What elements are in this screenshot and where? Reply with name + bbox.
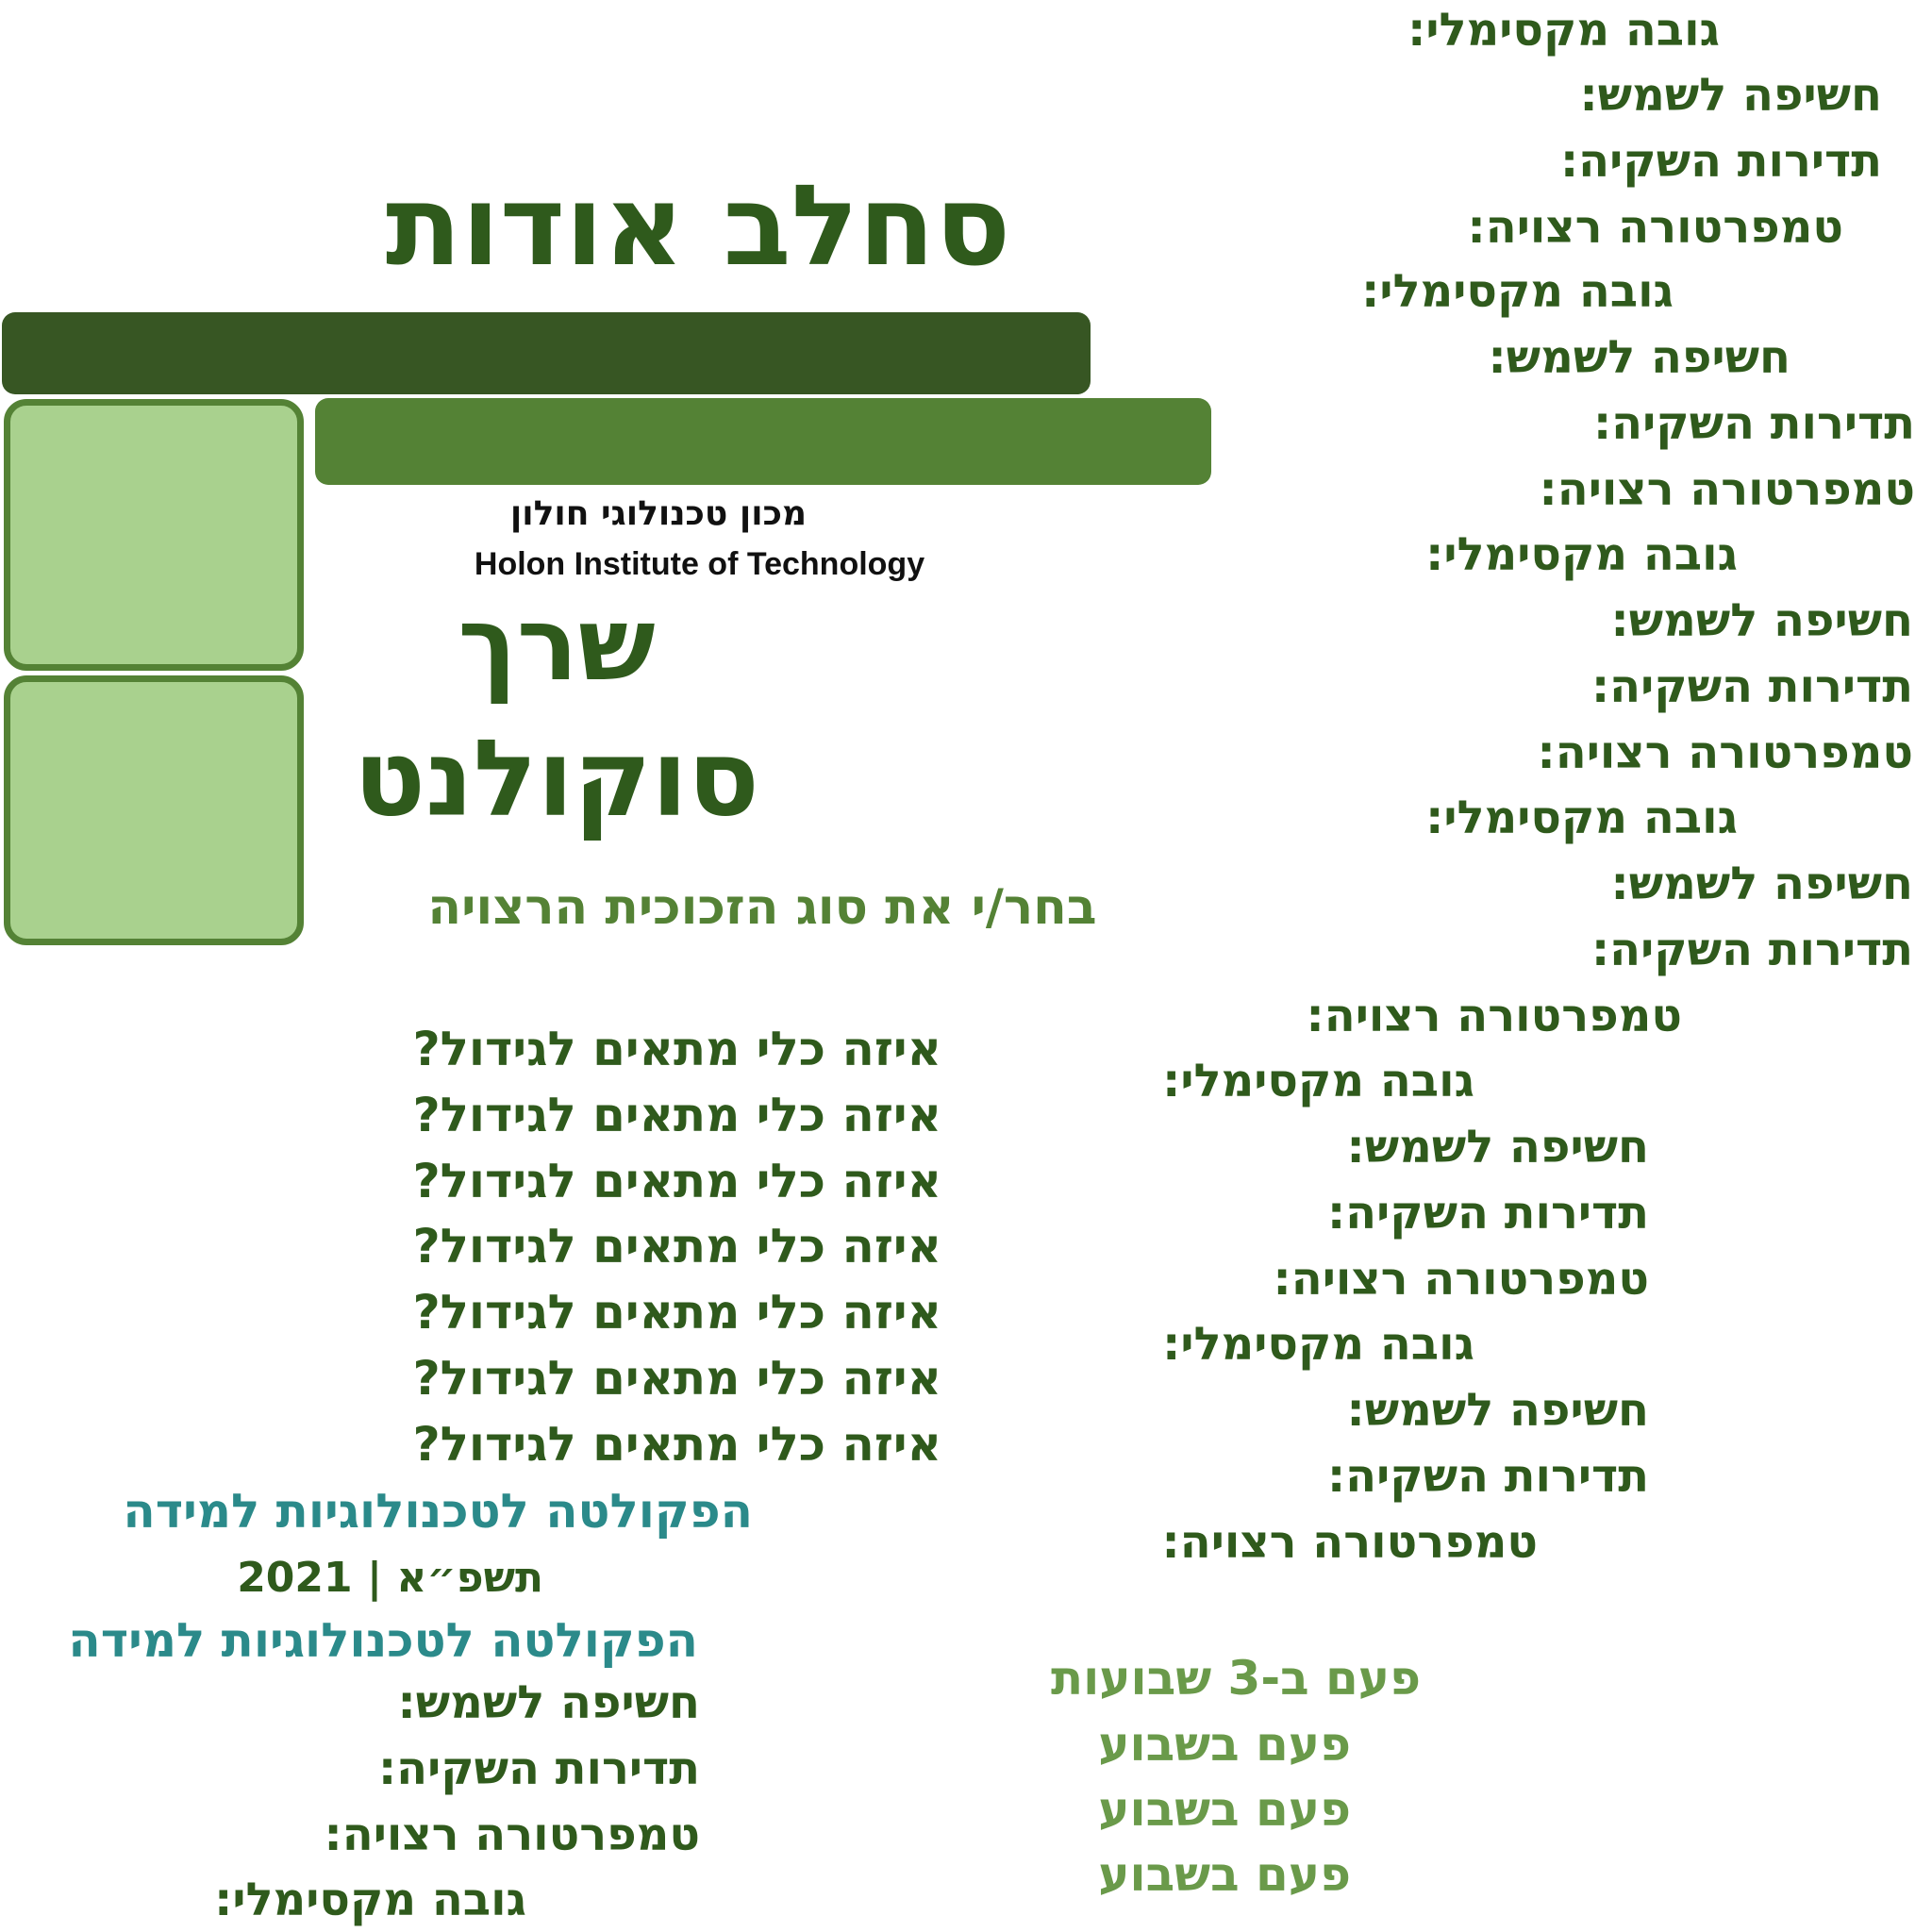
faculty-name: הפקולטה לטכנולוגיות למידה [123,1484,753,1539]
max-height-label: גובה מקסימלי: [1425,528,1738,581]
max-height-label: גובה מקסימלי: [1407,4,1720,57]
max-height-label: גובה מקסימלי: [1162,1318,1474,1371]
watering-label: תדירות השקיה: [377,1742,700,1795]
watering-label: תדירות השקיה: [1591,924,1913,976]
sun-label: חשיפה לשמש: [1610,858,1913,910]
sun-label: חשיפה לשמש: [1610,594,1913,647]
watering-label: תדירות השקיה: [1591,660,1913,713]
sun-label: חשיפה לשמש: [1579,69,1882,122]
institute-name-hebrew: מכון טכנולוגי חולון [509,494,808,533]
frequency-option-weekly[interactable]: פעם בשבוע [1098,1786,1351,1833]
max-height-label: גובה מקסימלי: [1361,265,1674,318]
sun-label: חשיפה לשמש: [397,1676,700,1729]
max-height-label: גובה מקסימלי: [214,1874,526,1926]
sun-label: חשיפה לשמש: [1488,331,1790,384]
watering-label: תדירות השקיה: [1592,397,1915,450]
temperature-label: טמפרטורה רצויה: [324,1808,700,1861]
temperature-label: טמפרטורה רצויה: [1537,726,1913,779]
pot-question: איזה כלי מתאים לגידול? [412,1351,941,1406]
pot-question: איזה כלי מתאים לגידול? [412,1154,941,1208]
temperature-label: טמפרטורה רצויה: [1273,1253,1649,1306]
header-bar-medium [315,398,1211,485]
institute-name-english: Holon Institute of Technology [474,546,925,582]
watering-label: תדירות השקיה: [1326,1187,1649,1240]
academic-year: תשפ״א | 2021 [237,1554,543,1602]
plant-name-line2: סוקולנט [353,718,760,841]
image-placeholder-top[interactable] [4,399,304,671]
temperature-label: טמפרטורה רצויה: [1467,201,1843,254]
faculty-name: הפקולטה לטכנולוגיות למידה [68,1613,698,1668]
frequency-option-weekly[interactable]: פעם בשבוע [1098,1721,1351,1768]
max-height-label: גובה מקסימלי: [1425,791,1738,844]
page-title: סחלב אודות [385,160,1011,291]
max-height-label: גובה מקסימלי: [1162,1055,1474,1108]
image-placeholder-bottom[interactable] [4,675,304,945]
frequency-option-3-weeks[interactable]: פעם ב-3 שבועות [1051,1655,1421,1702]
watering-label: תדירות השקיה: [1559,135,1882,188]
frequency-option-weekly[interactable]: פעם בשבוע [1098,1851,1351,1898]
pot-question: איזה כלי מתאים לגידול? [412,1285,941,1340]
pot-question: איזה כלי מתאים לגידול? [412,1219,941,1274]
sun-label: חשיפה לשמש: [1346,1384,1649,1437]
pot-question: איזה כלי מתאים לגידול? [412,1022,941,1076]
glass-type-prompt: בחר/י את סוג הזכוכית הרצויה [427,879,1097,936]
temperature-label: טמפרטורה רצויה: [1161,1516,1538,1569]
sun-label: חשיפה לשמש: [1346,1121,1649,1174]
pot-question: איזה כלי מתאים לגידול? [412,1088,941,1142]
temperature-label: טמפרטורה רצויה: [1539,463,1915,516]
watering-label: תדירות השקיה: [1326,1450,1649,1503]
header-bar-dark [2,312,1091,394]
temperature-label: טמפרטורה רצויה: [1306,990,1682,1042]
plant-name-line1: שרך [458,586,656,704]
pot-question: איזה כלי מתאים לגידול? [412,1417,941,1472]
